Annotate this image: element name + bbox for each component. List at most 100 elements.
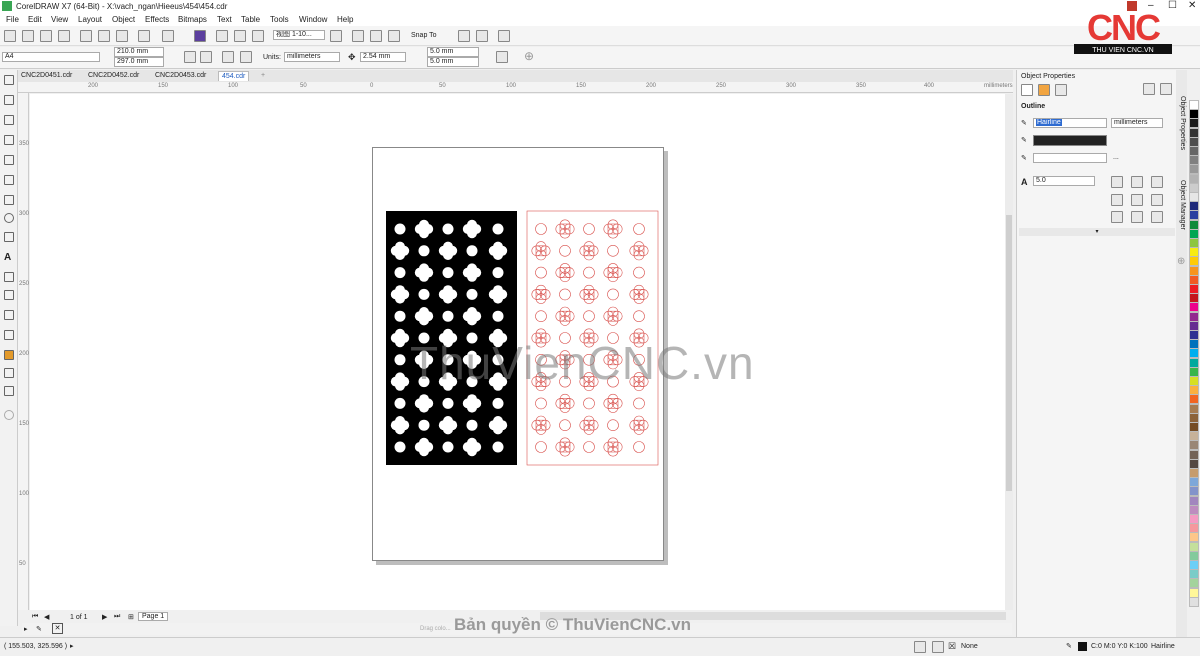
outline-style-select[interactable] — [1033, 153, 1107, 163]
tab-cnc2d0451[interactable]: CNC2D0451.cdr — [18, 71, 75, 80]
import-icon[interactable] — [216, 30, 228, 42]
page-tab[interactable]: Page 1 — [138, 612, 169, 621]
snap-to-dropdown[interactable]: Snap To — [411, 32, 437, 39]
full-screen-icon[interactable] — [330, 30, 342, 42]
round-cap-icon[interactable] — [1131, 194, 1143, 206]
crop-tool-icon[interactable] — [4, 115, 14, 125]
miter-limit-field[interactable]: 5.0 — [1033, 176, 1095, 186]
document-color-icon[interactable] — [914, 641, 926, 653]
menu-tools[interactable]: Tools — [270, 15, 289, 24]
previous-page-icon[interactable]: ◀ — [44, 613, 49, 621]
first-page-icon[interactable]: ⏮ — [32, 613, 38, 621]
outline-more-icon[interactable]: ... — [1113, 154, 1119, 161]
miter-join-icon[interactable] — [1111, 176, 1123, 188]
side-tab-object-manager[interactable]: Object Manager — [1179, 180, 1186, 230]
tab-cnc2d0452[interactable]: CNC2D0452.cdr — [85, 71, 142, 80]
new-document-icon[interactable] — [4, 30, 16, 42]
close-icon[interactable]: ✕ — [1188, 0, 1196, 11]
menu-window[interactable]: Window — [299, 15, 327, 24]
add-tool-icon[interactable] — [4, 410, 14, 420]
cut-icon[interactable] — [80, 30, 92, 42]
export-icon[interactable] — [234, 30, 246, 42]
last-page-icon[interactable]: ⏭ — [114, 613, 120, 621]
vertical-scroll-thumb[interactable] — [1006, 215, 1012, 491]
undo-icon[interactable] — [138, 30, 150, 42]
menu-table[interactable]: Table — [241, 15, 260, 24]
menu-file[interactable]: File — [6, 15, 19, 24]
menu-help[interactable]: Help — [337, 15, 353, 24]
redo-icon[interactable] — [162, 30, 174, 42]
inside-position-icon[interactable] — [1151, 211, 1163, 223]
square-cap-icon[interactable] — [1151, 194, 1163, 206]
add-page-icon[interactable]: ⊞ — [128, 613, 134, 621]
duplicate-x-field[interactable]: 5.0 mm — [427, 47, 479, 57]
pick-tool-icon[interactable] — [4, 75, 14, 85]
show-guidelines-icon[interactable] — [388, 30, 400, 42]
parallel-dimension-icon[interactable] — [4, 272, 14, 282]
bevel-join-icon[interactable] — [1151, 176, 1163, 188]
zoom-level-select[interactable]: 视图 1-10... — [273, 30, 325, 40]
all-pages-icon[interactable] — [222, 51, 234, 63]
outline-width-select[interactable]: Hairline — [1033, 118, 1107, 128]
tab-cnc2d0453[interactable]: CNC2D0453.cdr — [152, 71, 209, 80]
eyedropper-small-icon[interactable]: ✎ — [36, 625, 42, 633]
application-launcher-icon[interactable] — [476, 30, 488, 42]
print-icon[interactable] — [58, 30, 70, 42]
units-select[interactable]: millimeters — [284, 52, 340, 62]
next-page-icon[interactable]: ▶ — [102, 613, 107, 621]
interactive-fill-icon[interactable] — [4, 368, 14, 378]
outside-position-icon[interactable] — [1111, 211, 1123, 223]
add-icon[interactable]: ⊕ — [524, 49, 534, 63]
drawing-canvas[interactable]: ThuVienCNC.vn — [30, 94, 1006, 610]
side-tab-object-properties[interactable]: Object Properties — [1179, 96, 1186, 150]
palette-arrow-icon[interactable]: ▸ — [24, 625, 28, 633]
smart-fill-icon[interactable] — [4, 386, 14, 396]
menu-object[interactable]: Object — [112, 15, 135, 24]
current-page-icon[interactable] — [240, 51, 252, 63]
open-icon[interactable] — [22, 30, 34, 42]
butt-cap-icon[interactable] — [1111, 194, 1123, 206]
transparency-tab-icon[interactable] — [1055, 84, 1067, 96]
transparency-icon[interactable] — [4, 330, 14, 340]
docker-options-icon[interactable] — [1143, 83, 1155, 95]
status-play-icon[interactable]: ▸ — [70, 642, 74, 650]
shape-tool-icon[interactable] — [4, 95, 14, 105]
paste-icon[interactable] — [116, 30, 128, 42]
outline-units-select[interactable]: millimeters — [1111, 118, 1163, 128]
copy-icon[interactable] — [98, 30, 110, 42]
fill-tab-icon[interactable] — [1038, 84, 1050, 96]
landscape-icon[interactable] — [200, 51, 212, 63]
menu-effects[interactable]: Effects — [145, 15, 169, 24]
expand-section-icon[interactable]: ▾ — [1019, 228, 1175, 236]
docker-float-icon[interactable] — [1160, 83, 1172, 95]
centered-position-icon[interactable] — [1131, 211, 1143, 223]
ellipse-tool-icon[interactable] — [4, 213, 14, 223]
palette-swatch[interactable] — [1189, 596, 1199, 607]
treat-as-filled-icon[interactable] — [496, 51, 508, 63]
round-join-icon[interactable] — [1131, 176, 1143, 188]
page-size-select[interactable]: A4 — [2, 52, 100, 62]
eyedropper-icon[interactable] — [4, 350, 14, 360]
menu-text[interactable]: Text — [217, 15, 232, 24]
drop-shadow-icon[interactable] — [4, 310, 14, 320]
artistic-media-icon[interactable] — [4, 175, 14, 185]
new-tab-icon[interactable]: + — [258, 71, 268, 80]
connector-tool-icon[interactable] — [4, 290, 14, 300]
add-docker-icon[interactable]: ⊕ — [1177, 256, 1185, 267]
text-tool-icon[interactable]: A — [4, 252, 14, 263]
publish-pdf-icon[interactable] — [252, 30, 264, 42]
menu-bitmaps[interactable]: Bitmaps — [178, 15, 207, 24]
show-rulers-icon[interactable] — [352, 30, 364, 42]
menu-layout[interactable]: Layout — [78, 15, 102, 24]
show-grid-icon[interactable] — [370, 30, 382, 42]
page-height-field[interactable]: 297.0 mm — [114, 57, 164, 67]
page-width-field[interactable]: 210.0 mm — [114, 47, 164, 57]
outline-tab-icon[interactable] — [1021, 84, 1033, 96]
welcome-screen-icon[interactable] — [498, 30, 510, 42]
polygon-tool-icon[interactable] — [4, 232, 14, 242]
portrait-icon[interactable] — [184, 51, 196, 63]
options-icon[interactable] — [458, 30, 470, 42]
save-icon[interactable] — [40, 30, 52, 42]
rectangle-tool-icon[interactable] — [4, 195, 14, 205]
search-content-icon[interactable] — [194, 30, 206, 42]
